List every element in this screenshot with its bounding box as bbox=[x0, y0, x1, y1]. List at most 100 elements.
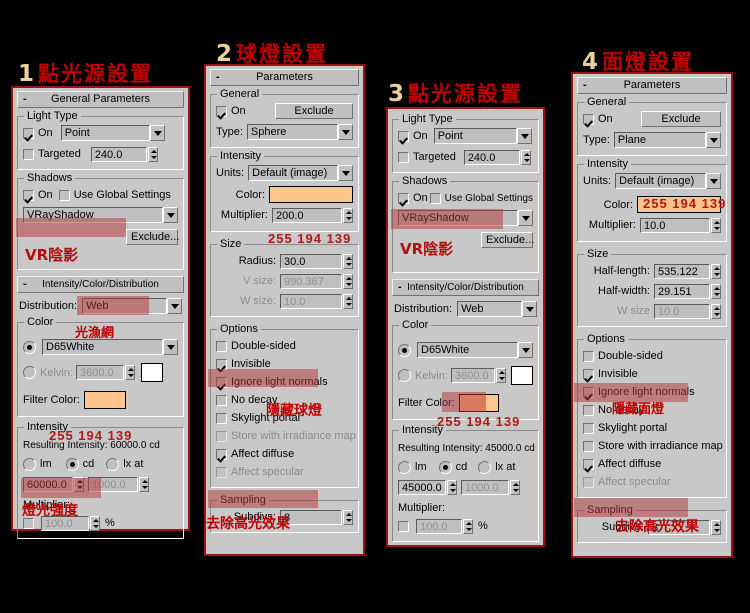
plane-on-checkbox[interactable] bbox=[583, 113, 594, 125]
sphere-type-dropdown[interactable]: Sphere bbox=[246, 124, 353, 140]
kelvin-field[interactable]: 3600.0 bbox=[76, 365, 125, 380]
use-global-settings-checkbox[interactable] bbox=[429, 192, 441, 204]
option-invisible-checkbox[interactable] bbox=[216, 358, 227, 370]
intensity-value-field[interactable]: 60000.0 bbox=[23, 476, 73, 492]
exclude-button[interactable]: Exclude... bbox=[481, 232, 534, 248]
shadows-on-checkbox[interactable] bbox=[23, 189, 34, 201]
chevron-down-icon[interactable] bbox=[163, 339, 178, 355]
rollout-collapse-icon[interactable]: - bbox=[23, 92, 27, 107]
targeted-checkbox[interactable] bbox=[23, 148, 34, 160]
rollout-intensity-color-distribution[interactable]: - Intensity/Color/Distribution bbox=[392, 279, 539, 296]
unit-lx-radio[interactable] bbox=[106, 457, 120, 471]
radius-spinner[interactable] bbox=[343, 253, 353, 269]
shadow-type-dropdown[interactable]: VRayShadow bbox=[398, 210, 533, 226]
option-affect-specular-checkbox[interactable] bbox=[583, 476, 594, 488]
chevron-down-icon[interactable] bbox=[706, 173, 721, 189]
rollout-collapse-icon[interactable]: - bbox=[583, 78, 587, 93]
subdivs-spinner[interactable] bbox=[343, 509, 353, 525]
color-kelvin-radio[interactable] bbox=[23, 366, 36, 379]
kelvin-spinner[interactable] bbox=[496, 368, 507, 383]
units-dropdown[interactable]: Default (image) bbox=[248, 165, 353, 181]
exclude-button[interactable]: Exclude bbox=[641, 111, 721, 127]
distribution-dropdown[interactable]: Web bbox=[82, 298, 182, 314]
option-affect-diffuse-checkbox[interactable] bbox=[583, 458, 594, 470]
option-double-sided-checkbox[interactable] bbox=[583, 350, 594, 362]
chevron-down-icon[interactable] bbox=[706, 132, 721, 148]
shadow-type-dropdown[interactable]: VRayShadow bbox=[23, 207, 178, 223]
unit-lm-radio[interactable] bbox=[398, 460, 411, 474]
chevron-down-icon[interactable] bbox=[167, 298, 182, 314]
subdivs-field[interactable]: 8 bbox=[648, 519, 710, 535]
option-ignore-light-normals-checkbox[interactable] bbox=[216, 376, 227, 388]
rollout-parameters[interactable]: - Parameters bbox=[577, 77, 727, 94]
targeted-checkbox[interactable] bbox=[398, 151, 409, 163]
multiplier-field[interactable]: 200.0 bbox=[272, 207, 342, 223]
use-global-settings-checkbox[interactable] bbox=[58, 189, 70, 201]
chevron-down-icon[interactable] bbox=[149, 125, 165, 141]
multiplier-checkbox[interactable] bbox=[398, 520, 409, 532]
unit-lm-radio[interactable] bbox=[23, 457, 36, 471]
light-type-dropdown[interactable]: Point bbox=[60, 125, 165, 141]
filter-color-swatch[interactable] bbox=[83, 391, 126, 409]
kelvin-color-swatch[interactable] bbox=[511, 366, 533, 385]
targeted-distance-field[interactable]: 240.0 bbox=[90, 146, 147, 162]
vsize-field[interactable]: 990.367 bbox=[280, 273, 342, 289]
unit-lx-radio[interactable] bbox=[478, 460, 492, 474]
option-store-irradiance-checkbox[interactable] bbox=[583, 440, 594, 452]
kelvin-spinner[interactable] bbox=[125, 365, 136, 380]
unit-cd-radio[interactable] bbox=[438, 460, 452, 474]
wsize-field[interactable]: 10.0 bbox=[280, 293, 342, 309]
intensity-value-spinner[interactable] bbox=[74, 476, 84, 492]
color-preset-dropdown[interactable]: D65White bbox=[42, 339, 178, 355]
kelvin-color-swatch[interactable] bbox=[141, 363, 164, 382]
light-color-swatch[interactable] bbox=[637, 196, 721, 213]
half-length-spinner[interactable] bbox=[711, 263, 721, 279]
lx-distance-field[interactable]: 1000.0 bbox=[88, 476, 138, 492]
multiplier-field[interactable]: 100.0 bbox=[416, 518, 462, 534]
rollout-general-parameters[interactable]: - General Parameters bbox=[17, 91, 184, 108]
chevron-down-icon[interactable] bbox=[163, 207, 178, 223]
sphere-on-checkbox[interactable] bbox=[216, 105, 227, 117]
color-preset-radio[interactable] bbox=[23, 340, 36, 354]
option-skylight-portal-checkbox[interactable] bbox=[583, 422, 594, 434]
plane-type-dropdown[interactable]: Plane bbox=[613, 132, 721, 148]
option-double-sided-checkbox[interactable] bbox=[216, 340, 227, 352]
vsize-spinner[interactable] bbox=[343, 273, 353, 289]
light-on-checkbox[interactable] bbox=[398, 130, 409, 142]
radius-field[interactable]: 30.0 bbox=[280, 253, 342, 269]
rollout-intensity-color-distribution[interactable]: - Intensity/Color/Distribution bbox=[17, 276, 184, 293]
multiplier-field[interactable]: 10.0 bbox=[640, 217, 710, 233]
color-preset-radio[interactable] bbox=[398, 343, 411, 357]
rollout-parameters[interactable]: - Parameters bbox=[210, 69, 359, 86]
multiplier-field[interactable]: 100.0 bbox=[41, 515, 89, 531]
lx-distance-spinner[interactable] bbox=[139, 476, 149, 492]
multiplier-spinner[interactable] bbox=[90, 515, 100, 531]
option-ignore-light-normals-checkbox[interactable] bbox=[583, 386, 594, 398]
rollout-collapse-icon[interactable]: - bbox=[23, 277, 27, 292]
targeted-distance-spinner[interactable] bbox=[147, 146, 158, 162]
kelvin-field[interactable]: 3600.0 bbox=[451, 368, 496, 383]
targeted-distance-field[interactable]: 240.0 bbox=[463, 149, 520, 165]
option-skylight-portal-checkbox[interactable] bbox=[216, 412, 227, 424]
option-no-decay-checkbox[interactable] bbox=[216, 394, 227, 406]
distribution-dropdown[interactable]: Web bbox=[457, 301, 537, 317]
chevron-down-icon[interactable] bbox=[518, 342, 533, 358]
shadows-on-checkbox[interactable] bbox=[398, 192, 409, 204]
option-affect-diffuse-checkbox[interactable] bbox=[216, 448, 227, 460]
units-dropdown[interactable]: Default (image) bbox=[615, 173, 721, 189]
half-length-field[interactable]: 535.122 bbox=[654, 263, 710, 279]
wsize-spinner[interactable] bbox=[711, 303, 721, 319]
chevron-down-icon[interactable] bbox=[338, 165, 353, 181]
option-no-decay-checkbox[interactable] bbox=[583, 404, 594, 416]
targeted-distance-spinner[interactable] bbox=[520, 149, 531, 165]
half-width-spinner[interactable] bbox=[711, 283, 721, 299]
multiplier-spinner[interactable] bbox=[711, 217, 721, 233]
filter-color-swatch[interactable] bbox=[458, 394, 499, 412]
multiplier-spinner[interactable] bbox=[463, 518, 473, 534]
unit-cd-radio[interactable] bbox=[65, 457, 79, 471]
rollout-collapse-icon[interactable]: - bbox=[216, 70, 220, 85]
option-affect-specular-checkbox[interactable] bbox=[216, 466, 227, 478]
wsize-spinner[interactable] bbox=[343, 293, 353, 309]
chevron-down-icon[interactable] bbox=[516, 128, 532, 144]
lx-distance-spinner[interactable] bbox=[510, 479, 520, 495]
